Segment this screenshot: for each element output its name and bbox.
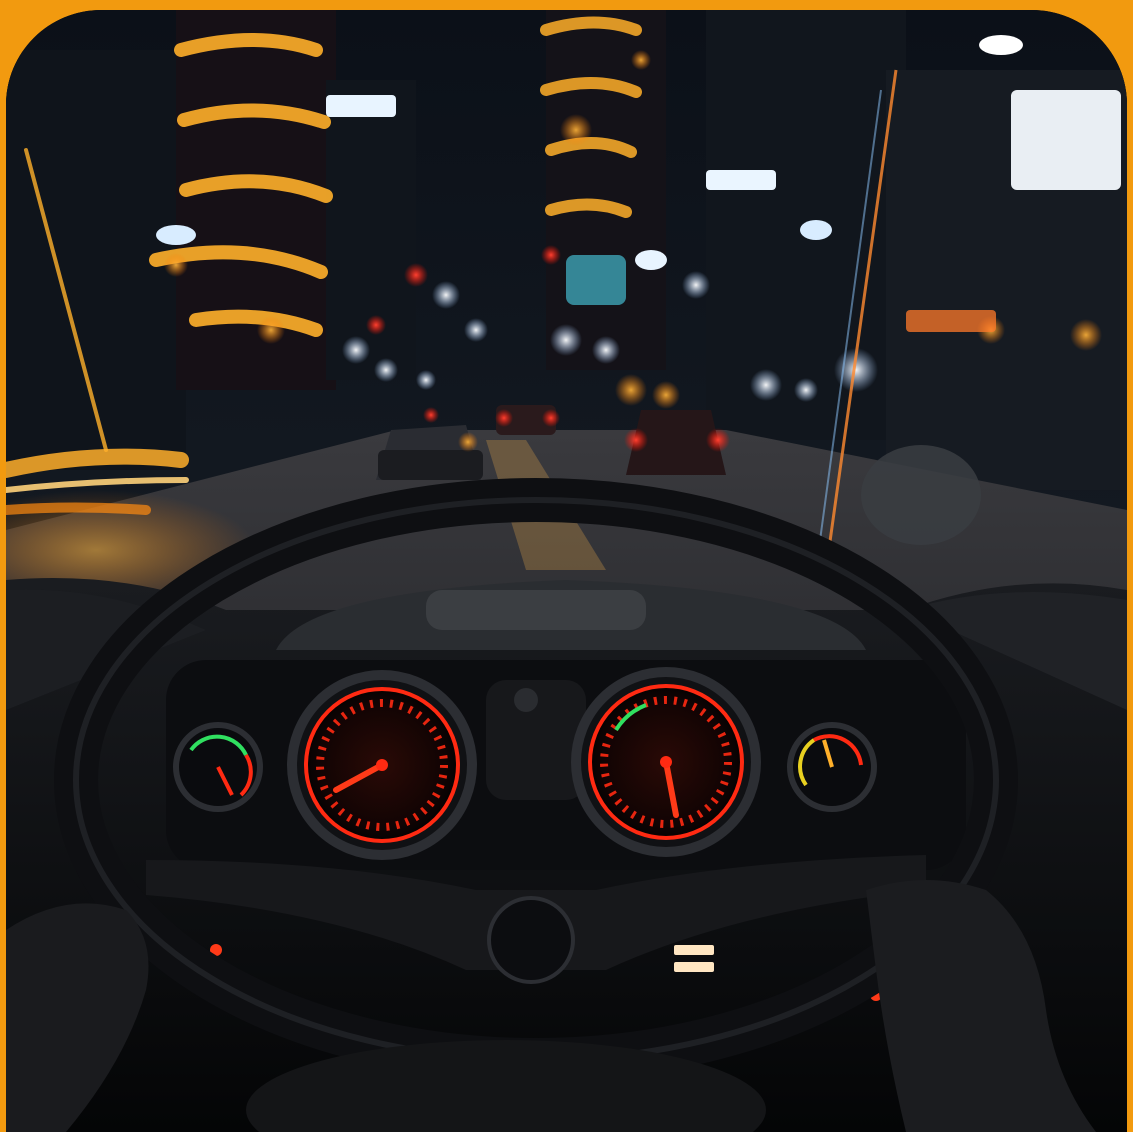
speedometer-icon xyxy=(287,670,477,860)
night-driving-scene xyxy=(6,10,1127,1132)
fuel-gauge-icon xyxy=(787,722,877,812)
tachometer-icon xyxy=(571,667,761,857)
temperature-gauge-icon xyxy=(173,722,263,812)
photo-frame xyxy=(6,10,1127,1132)
car-ahead-left xyxy=(376,425,483,480)
